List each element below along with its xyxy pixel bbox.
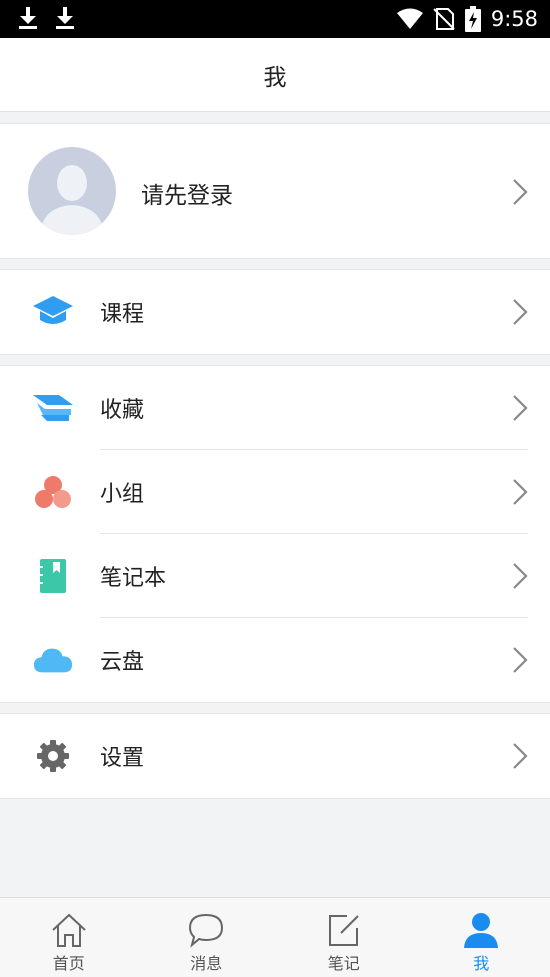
tab-label-messages: 消息 [190, 954, 223, 973]
chevron-right-icon [513, 395, 528, 421]
no-sim-icon [433, 8, 455, 30]
login-prompt: 请先登录 [141, 183, 233, 209]
tab-messages[interactable]: 消息 [138, 898, 276, 977]
tab-label-notes: 笔记 [327, 954, 360, 973]
bookmark-stack-icon [33, 388, 73, 428]
gear-icon [33, 736, 73, 776]
bottom-tab-bar: 首页 消息 笔记 我 [0, 897, 550, 977]
tab-me[interactable]: 我 [413, 898, 550, 977]
chevron-right-icon [513, 743, 528, 769]
person-icon [461, 910, 501, 950]
menu-label-cloud: 云盘 [100, 650, 145, 675]
menu-label-settings: 设置 [100, 746, 145, 771]
menu-label-notebook: 笔记本 [100, 566, 167, 591]
home-icon [49, 910, 89, 950]
default-avatar-icon [40, 165, 104, 235]
menu-group: 收藏 小组 笔记本 云盘 [0, 365, 550, 703]
tab-label-home: 首页 [52, 954, 85, 973]
menu-label-favorites: 收藏 [100, 398, 145, 423]
title-bar: 我 [0, 38, 550, 112]
tab-notes[interactable]: 笔记 [275, 898, 413, 977]
page-title: 我 [263, 64, 287, 91]
cloud-icon [33, 640, 73, 680]
download-icon [19, 7, 37, 29]
tab-home[interactable]: 首页 [0, 898, 138, 977]
chevron-right-icon [513, 563, 528, 589]
download-icon [56, 7, 74, 29]
menu-item-settings[interactable]: 设置 [0, 714, 550, 798]
courses-section: 课程 [0, 269, 550, 355]
menu-label-groups: 小组 [100, 482, 145, 507]
tab-label-me: 我 [473, 954, 490, 973]
edit-note-icon [324, 910, 364, 950]
chat-bubble-icon [186, 910, 226, 950]
chevron-right-icon [513, 647, 528, 673]
chevron-right-icon [513, 479, 528, 505]
menu-item-courses[interactable]: 课程 [0, 270, 550, 354]
menu-item-groups[interactable]: 小组 [0, 450, 550, 534]
profile-login-row[interactable]: 请先登录 [0, 123, 550, 259]
notebook-icon [33, 556, 73, 596]
menu-item-favorites[interactable]: 收藏 [0, 366, 550, 450]
chevron-right-icon [513, 179, 528, 205]
chevron-right-icon [513, 299, 528, 325]
menu-label-courses: 课程 [100, 302, 145, 327]
clock: 9:58 [490, 7, 538, 31]
avatar [28, 147, 116, 235]
settings-section: 设置 [0, 713, 550, 799]
wifi-icon [396, 8, 423, 29]
menu-item-notebook[interactable]: 笔记本 [0, 534, 550, 618]
graduation-cap-icon [33, 292, 73, 332]
battery-charging-icon [464, 6, 481, 32]
group-circles-icon [33, 472, 73, 512]
status-bar: 9:58 [0, 0, 550, 38]
menu-item-cloud[interactable]: 云盘 [0, 618, 550, 702]
